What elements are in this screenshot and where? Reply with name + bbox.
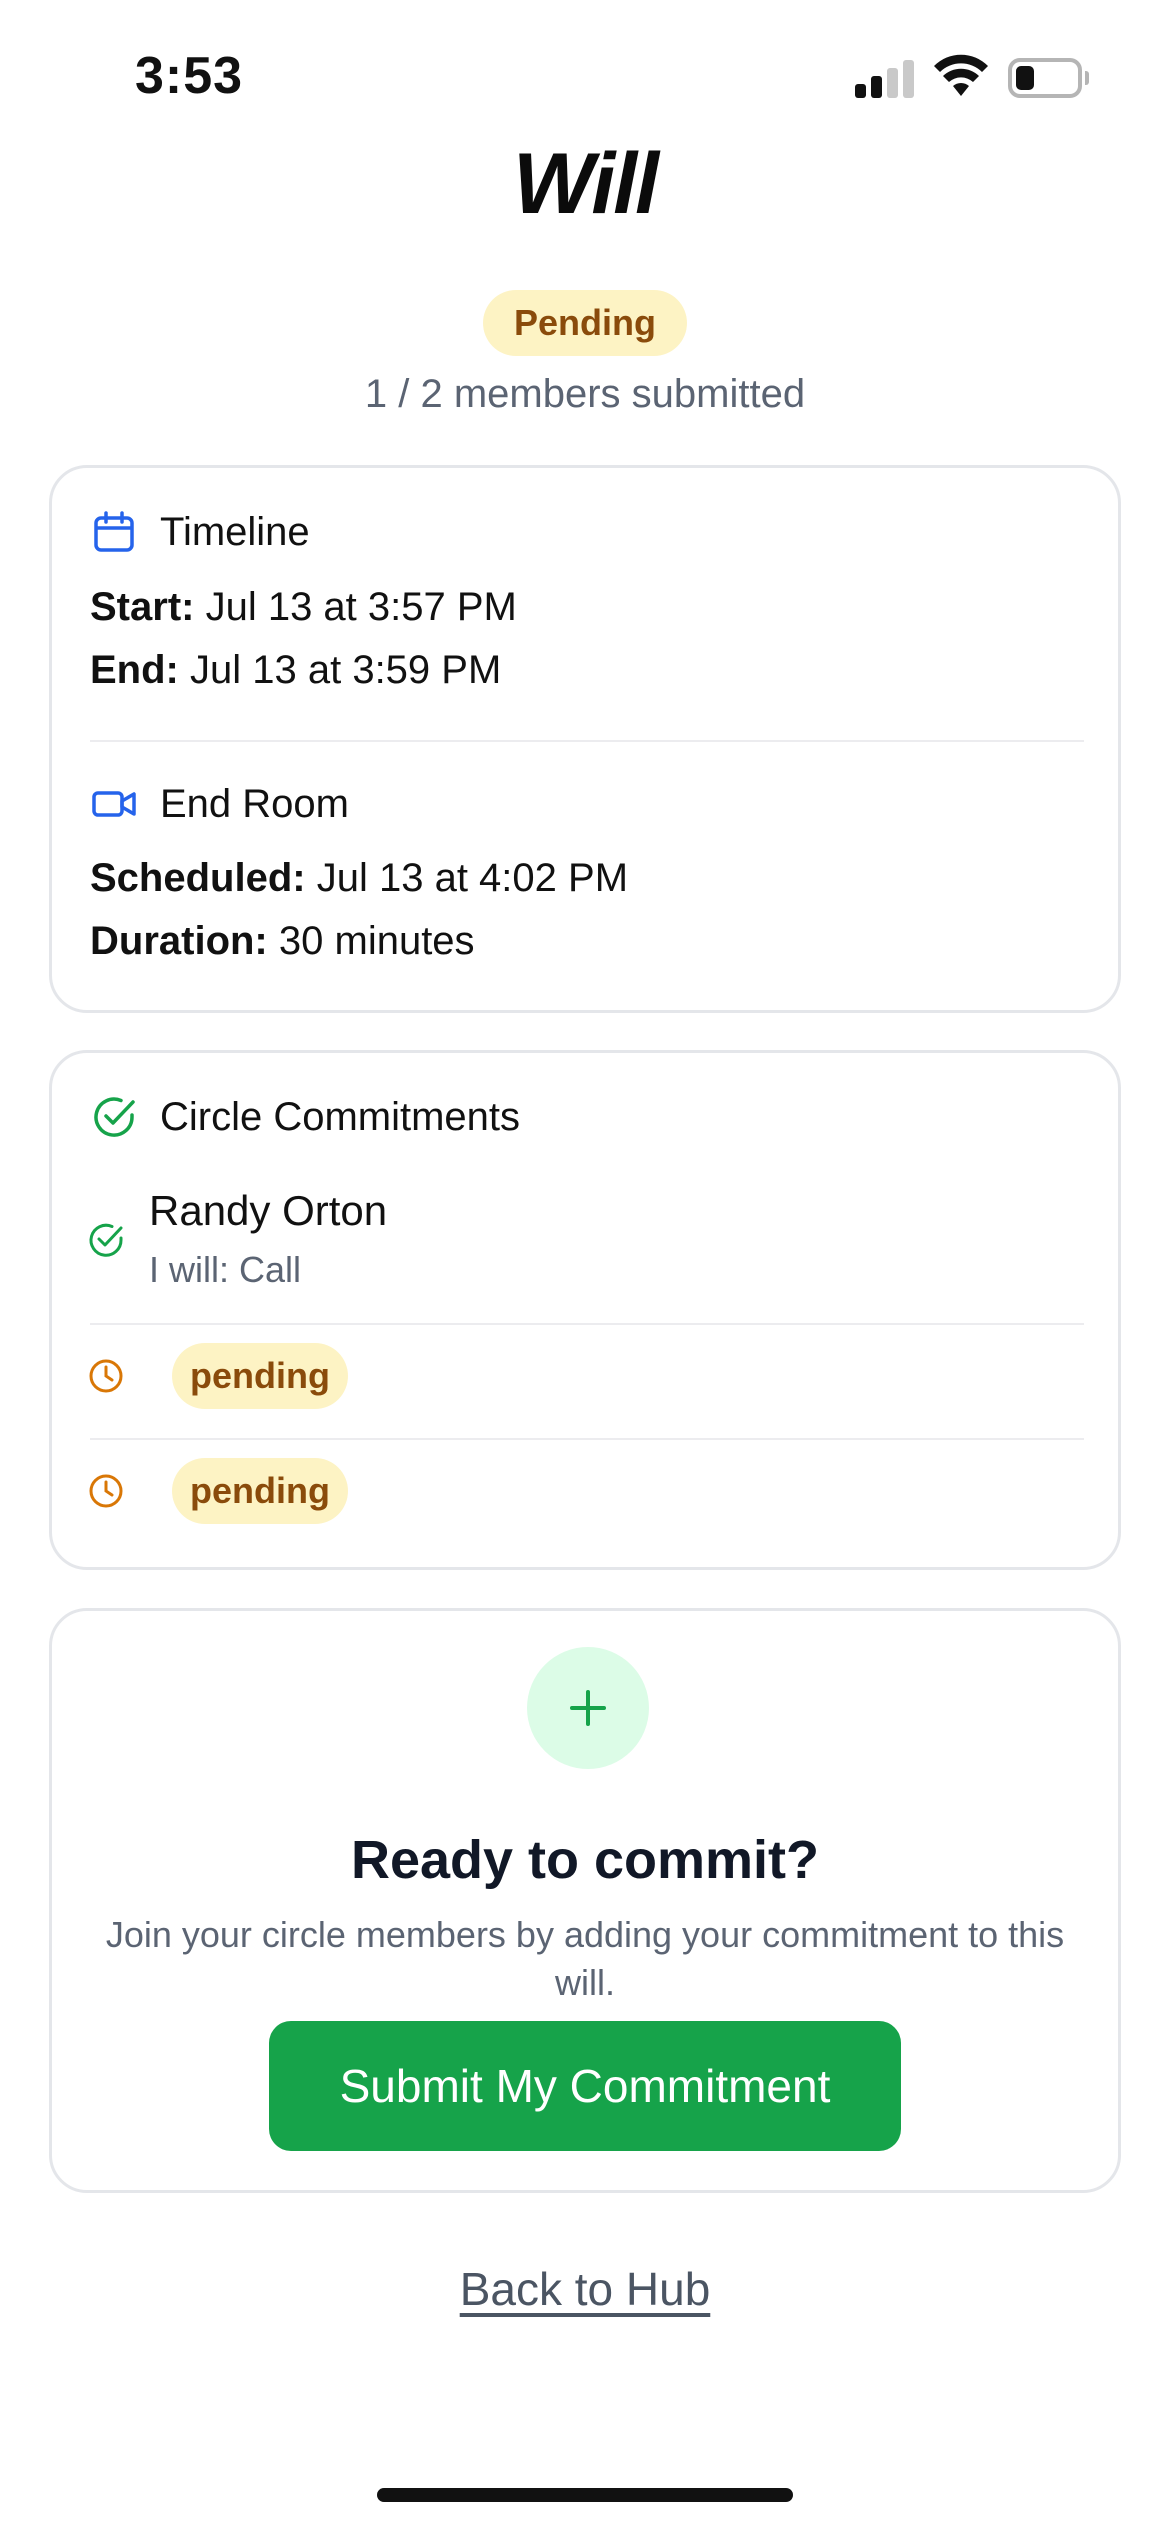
timeline-title: Timeline [160, 509, 310, 554]
end-label: End: [90, 648, 179, 692]
pending-badge: pending [172, 1458, 348, 1524]
status-badge: Pending [483, 290, 687, 356]
cellular-signal-icon [855, 58, 917, 98]
plus-icon [527, 1647, 649, 1769]
back-to-hub-link[interactable]: Back to Hub [0, 2262, 1170, 2316]
clock-icon [89, 1474, 123, 1508]
commitments-card: Circle Commitments Randy Orton I will: C… [49, 1050, 1121, 1570]
check-circle-icon [89, 1223, 123, 1257]
timeline-header: Timeline [90, 508, 310, 556]
check-circle-icon [94, 1097, 135, 1137]
scheduled-label: Scheduled: [90, 856, 306, 900]
timeline-start: Start: Jul 13 at 3:57 PM [90, 585, 517, 630]
start-label: Start: [90, 585, 195, 629]
duration-label: Duration: [90, 919, 268, 963]
commit-cta-card: Ready to commit? Join your circle member… [49, 1608, 1121, 2193]
home-indicator [377, 2488, 793, 2502]
divider [90, 740, 1084, 742]
end-room-duration: Duration: 30 minutes [90, 919, 475, 964]
end-room-scheduled: Scheduled: Jul 13 at 4:02 PM [90, 856, 628, 901]
commitments-header: Circle Commitments [90, 1093, 520, 1141]
scheduled-value: Jul 13 at 4:02 PM [316, 856, 629, 900]
calendar-icon [94, 511, 134, 552]
end-room-header: End Room [90, 780, 349, 828]
timeline-card: Timeline Start: Jul 13 at 3:57 PM End: J… [49, 465, 1121, 1013]
submitted-count: 1 / 2 members submitted [364, 372, 806, 416]
commitments-title: Circle Commitments [160, 1094, 521, 1139]
start-value: Jul 13 at 3:57 PM [205, 585, 517, 629]
video-camera-icon [92, 791, 136, 817]
status-time: 3:53 [135, 47, 244, 105]
clock-icon [89, 1359, 123, 1393]
timeline-end: End: Jul 13 at 3:59 PM [90, 648, 501, 693]
wifi-icon [934, 54, 988, 96]
battery-icon [1008, 58, 1089, 98]
cta-title: Ready to commit? [350, 1830, 820, 1890]
submit-commitment-button[interactable]: Submit My Commitment [269, 2021, 901, 2151]
pending-badge: pending [172, 1343, 348, 1409]
divider [90, 1438, 1084, 1440]
status-bar: 3:53 [0, 0, 1170, 150]
member-commitment: I will: Call [149, 1249, 302, 1290]
divider [90, 1323, 1084, 1325]
page-title: Will [512, 136, 659, 232]
duration-value: 30 minutes [278, 919, 475, 963]
end-value: Jul 13 at 3:59 PM [190, 648, 502, 692]
member-name: Randy Orton [149, 1187, 388, 1234]
end-room-title: End Room [160, 781, 349, 826]
cta-description: Join your circle members by adding your … [105, 1914, 1065, 2003]
